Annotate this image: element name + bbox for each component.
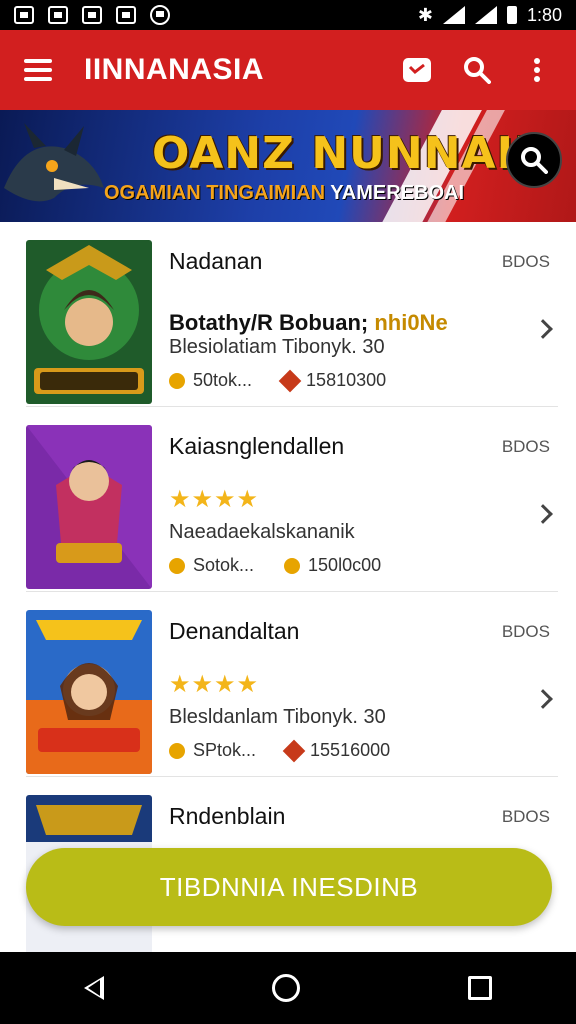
list-item[interactable]: Denandaltan BDOS ★★★★ Blesldanlam Tibony… [26, 592, 558, 777]
item-title: Rndenblain [169, 803, 286, 829]
back-icon[interactable] [84, 976, 104, 1000]
status-bar: ✱ 1:80 [0, 0, 576, 30]
coin-icon [169, 742, 185, 759]
promo-banner[interactable]: OANZ NUNNAIN OGAMIAN TINGAIMIAN YAMEREBO… [0, 110, 576, 222]
system-nav-bar [0, 952, 576, 1024]
search-icon[interactable] [462, 55, 492, 85]
more-options-icon[interactable] [522, 55, 552, 85]
download-notification-icon [116, 6, 136, 24]
item-subtitle: Botathy/R Bobuan; nhi0Ne [169, 310, 448, 335]
wifi-icon [474, 6, 497, 24]
notification-icon [14, 6, 34, 24]
chevron-right-icon[interactable] [533, 319, 553, 339]
game-thumbnail [26, 425, 152, 589]
item-description: Blesiolatiam Tibonyk. 30 [169, 336, 385, 358]
item-stats: SPtok... 15516000 [169, 739, 390, 762]
gem-icon [282, 739, 306, 762]
app-bar: IINNANASIA [0, 30, 576, 110]
cta-container: TIBDNNIA INESDINB [0, 842, 576, 952]
item-title: Kaiasnglendallen [169, 433, 345, 459]
list-item[interactable]: Nadanan BDOS Botathy/R Bobuan; nhi0Ne Bl… [26, 222, 558, 407]
item-stats: 50tok... 15810300 [169, 369, 386, 392]
banner-subtitle: OGAMIAN TINGAIMIAN YAMEREBOAI [104, 182, 465, 204]
coin-icon [169, 557, 185, 574]
gem-icon [278, 369, 302, 392]
creature-illustration [4, 123, 104, 202]
star-rating: ★★★★ [169, 671, 260, 698]
item-description: Blesldanlam Tibonyk. 30 [169, 706, 386, 728]
signal-icon [442, 6, 465, 24]
home-icon[interactable] [272, 974, 300, 1002]
recent-apps-icon[interactable] [468, 976, 492, 1000]
status-time: 1:80 [526, 4, 562, 25]
battery-icon [506, 6, 517, 24]
vibrate-icon: ✱ [417, 4, 433, 25]
item-tag: BDOS [501, 622, 550, 641]
image-notification-icon [48, 6, 68, 24]
banner-search-button[interactable] [506, 132, 562, 188]
coin-icon [284, 557, 301, 574]
chevron-right-icon[interactable] [533, 504, 553, 524]
banner-title: OANZ NUNNAIN [152, 128, 552, 179]
media-notification-icon [82, 6, 102, 24]
inbox-icon[interactable] [402, 55, 432, 85]
item-title: Nadanan [169, 248, 263, 274]
menu-icon[interactable] [24, 59, 52, 81]
item-description: Naeadaekalskananik [169, 521, 355, 543]
search-icon [521, 147, 548, 174]
game-thumbnail [26, 610, 152, 774]
item-tag: BDOS [501, 252, 550, 271]
star-rating: ★★★★ [169, 486, 260, 513]
sync-icon [150, 5, 170, 25]
list-item[interactable]: Kaiasnglendallen BDOS ★★★★ Naeadaekalska… [26, 407, 558, 592]
item-stats: Sotok... 150l0c00 [169, 555, 381, 576]
game-thumbnail [26, 240, 152, 404]
app-title: IINNANASIA [84, 53, 265, 86]
coin-icon [169, 372, 185, 389]
item-title: Denandaltan [169, 618, 300, 644]
chevron-right-icon[interactable] [533, 689, 553, 709]
item-tag: BDOS [501, 807, 550, 826]
item-tag: BDOS [501, 437, 550, 456]
primary-cta-button[interactable]: TIBDNNIA INESDINB [26, 848, 552, 926]
